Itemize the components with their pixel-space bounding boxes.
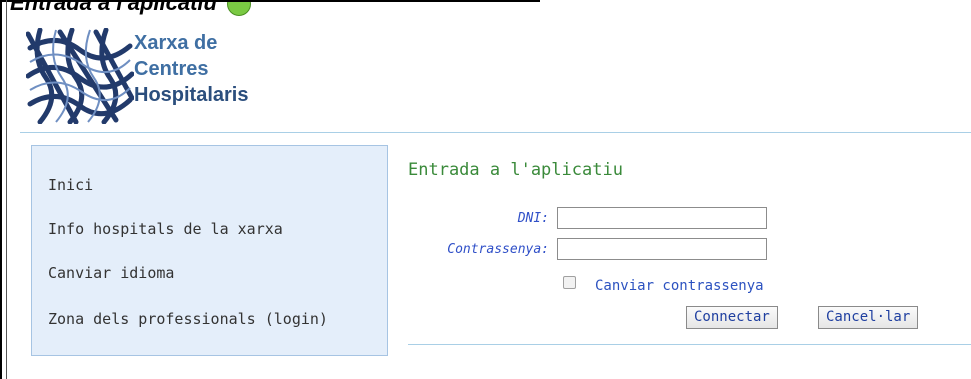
dni-label: DNI: bbox=[517, 211, 549, 226]
password-label: Contrassenya: bbox=[447, 242, 549, 257]
change-password-label[interactable]: Canviar contrassenya bbox=[595, 278, 764, 294]
login-title: Entrada a l'aplicatiu bbox=[408, 160, 623, 180]
cancel-button[interactable]: Cancel·lar bbox=[818, 306, 919, 329]
sidebar-item-zona-professionals[interactable]: Zona dels professionals (login) bbox=[48, 310, 328, 328]
sidebar-item-inici[interactable]: Inici bbox=[48, 176, 93, 194]
logo-line-1: Xarxa de bbox=[134, 32, 218, 54]
password-input[interactable] bbox=[557, 238, 767, 260]
sidebar-nav: Inici Info hospitals de la xarxa Canviar… bbox=[31, 145, 388, 356]
cropped-caption: Entrada a l'aplicatiu bbox=[10, 0, 252, 17]
caption-text: Entrada a l'aplicatiu bbox=[10, 0, 217, 15]
status-ok-icon bbox=[227, 0, 252, 17]
mesh-logo-icon bbox=[26, 28, 134, 124]
logo-line-2: Centres bbox=[134, 58, 209, 80]
site-logo[interactable]: Xarxa de Centres Hospitalaris bbox=[26, 28, 266, 124]
window-frame-left bbox=[0, 0, 2, 379]
window-frame-top bbox=[0, 0, 540, 2]
dni-input[interactable] bbox=[557, 207, 767, 229]
connect-button[interactable]: Connectar bbox=[686, 306, 778, 329]
sidebar-item-canviar-idioma[interactable]: Canviar idioma bbox=[48, 264, 174, 282]
logo-line-3: Hospitalaris bbox=[134, 84, 249, 106]
sidebar-item-info-hospitals[interactable]: Info hospitals de la xarxa bbox=[48, 220, 283, 238]
change-password-checkbox[interactable] bbox=[563, 276, 576, 289]
header-divider bbox=[20, 132, 971, 133]
logo-text: Xarxa de Centres Hospitalaris bbox=[134, 30, 248, 108]
window-frame-inner bbox=[6, 0, 7, 379]
panel-divider bbox=[408, 344, 971, 345]
